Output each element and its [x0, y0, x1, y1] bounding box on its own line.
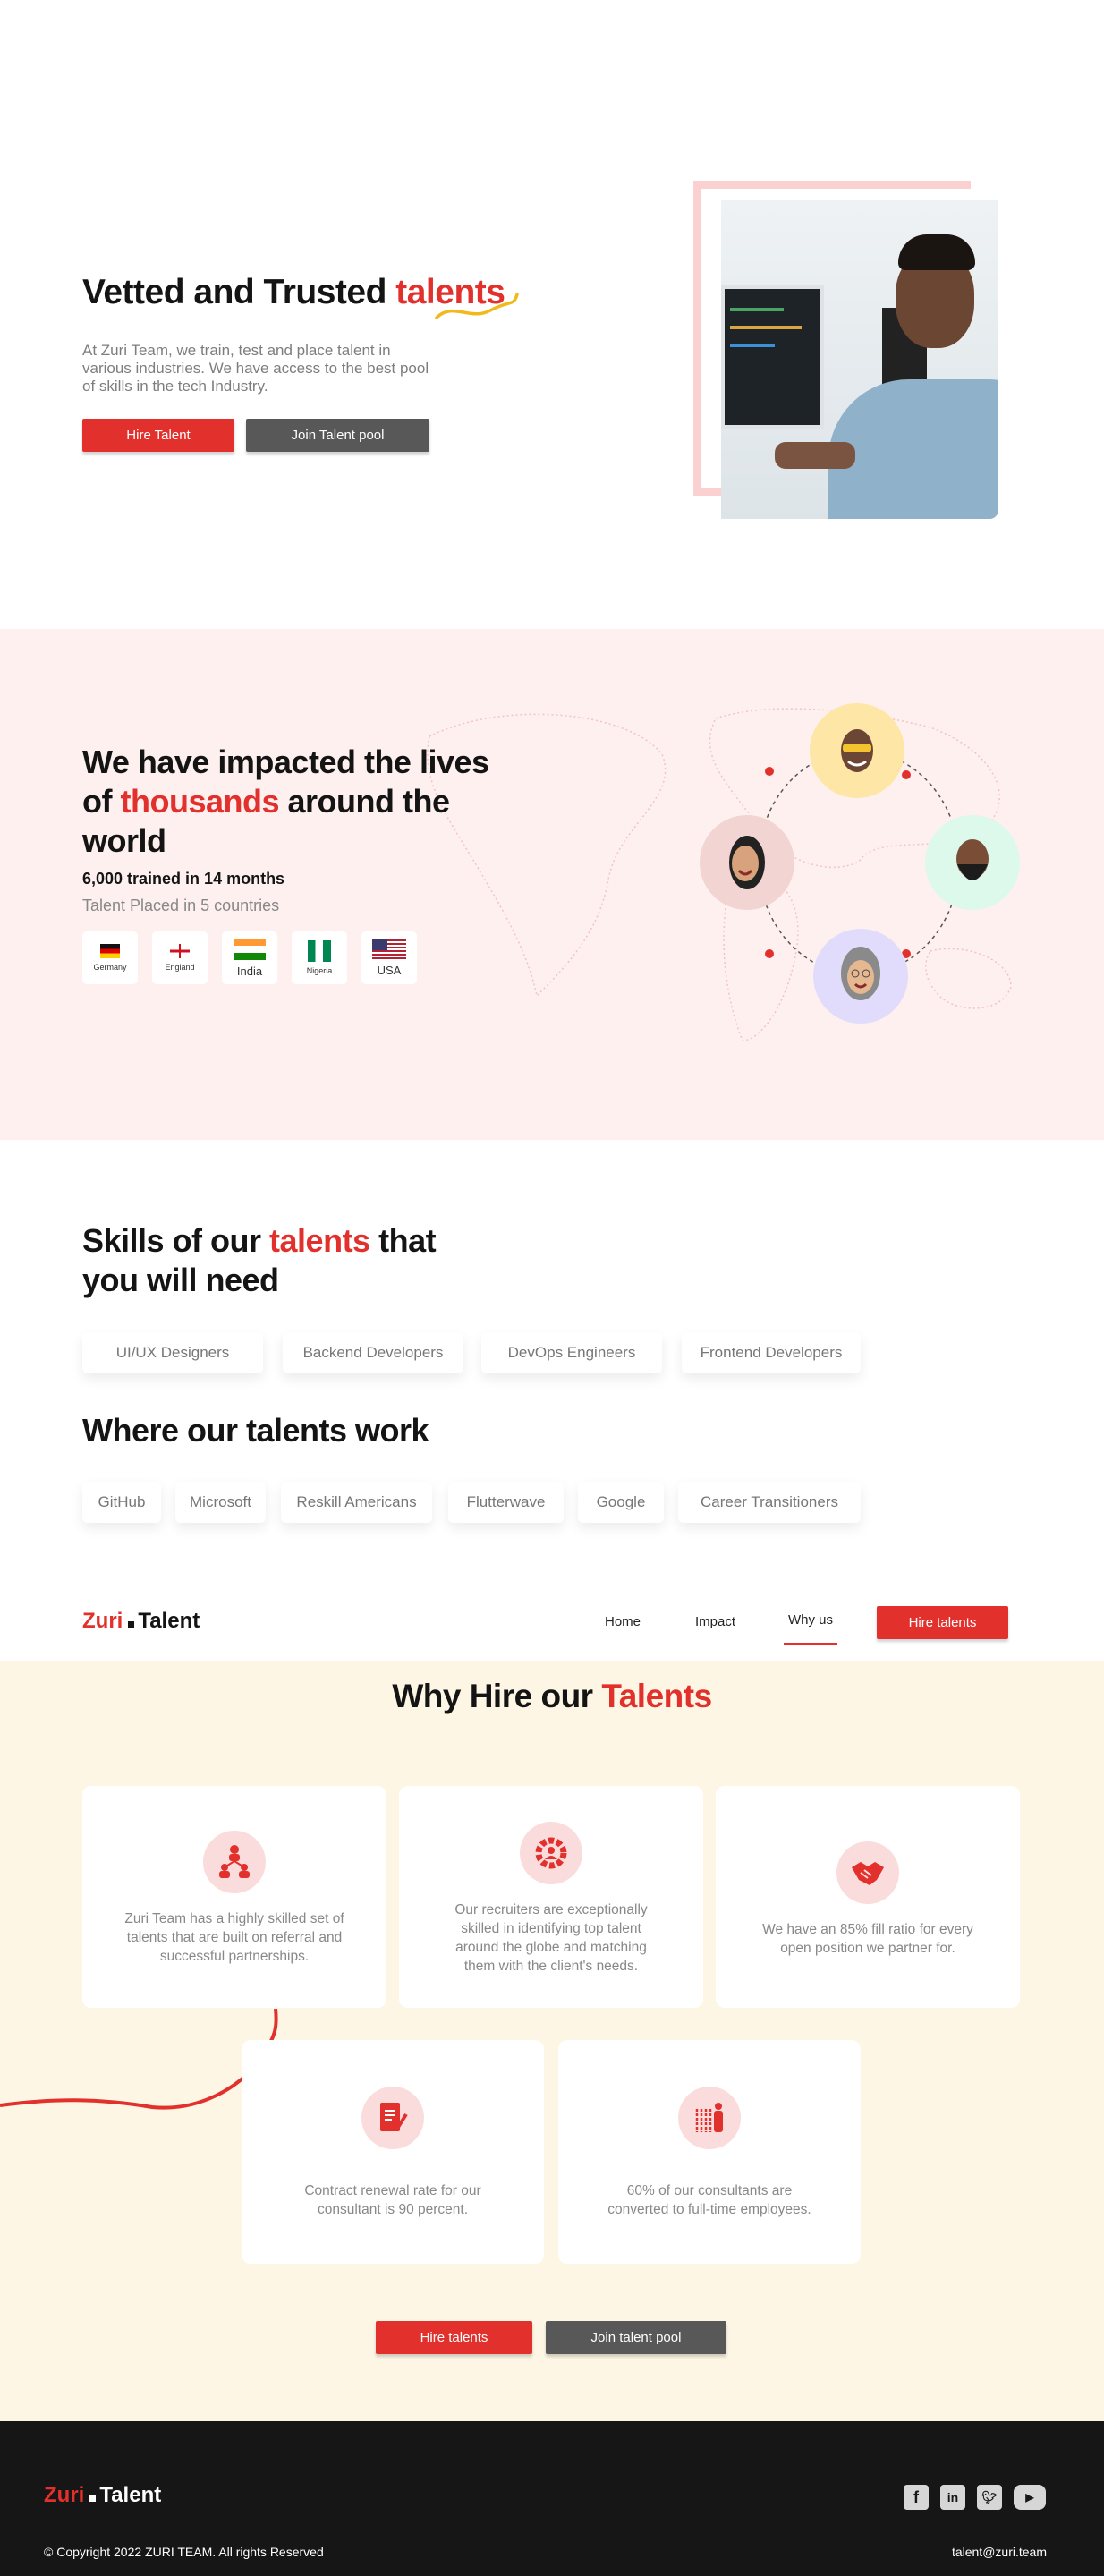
- handshake-icon: [836, 1841, 899, 1904]
- skills-title-line: you will need: [82, 1262, 279, 1298]
- skill-chip: Backend Developers: [283, 1332, 463, 1373]
- england-flag: [170, 944, 190, 958]
- country-germany: Germany: [82, 931, 138, 984]
- hire-talent-button[interactable]: Hire Talent: [82, 419, 234, 452]
- skill-chip: UI/UX Designers: [82, 1332, 263, 1373]
- logo-zuri: Zuri: [44, 2483, 85, 2507]
- impact-title-line: world: [82, 822, 166, 859]
- why-card: Zuri Team has a highly skilled set of ta…: [82, 1786, 386, 2008]
- country-name: Nigeria: [306, 966, 333, 975]
- germany-flag: [100, 944, 120, 958]
- hero-description: At Zuri Team, we train, test and place t…: [82, 342, 429, 395]
- hero-photo: [721, 200, 998, 519]
- impact-title-line: We have impacted the lives: [82, 744, 489, 780]
- join-talent-pool-button[interactable]: Join Talent pool: [246, 419, 429, 452]
- impact-title-text: around the: [279, 783, 450, 820]
- linkedin-icon[interactable]: in: [940, 2485, 965, 2510]
- skills-title: Skills of our talents that you will need: [82, 1221, 437, 1300]
- impact-title-line: of thousands around the: [82, 782, 489, 821]
- skills-title-line: Skills of our talents that: [82, 1221, 437, 1261]
- impact-title: We have impacted the lives of thousands …: [82, 743, 489, 861]
- impact-title-text: of: [82, 783, 121, 820]
- country-name: India: [236, 964, 263, 978]
- twitter-icon[interactable]: 🐦︎: [977, 2485, 1002, 2510]
- logo-talent: Talent: [99, 2483, 162, 2507]
- why-card: 60% of our consultants are converted to …: [558, 2040, 861, 2264]
- nav-active-indicator: [784, 1643, 837, 1645]
- country-name: USA: [377, 963, 402, 977]
- youtube-icon[interactable]: ▶: [1014, 2485, 1046, 2510]
- why-title: Why Hire our Talents: [0, 1678, 1104, 1715]
- logo-dot-icon: [128, 1621, 135, 1628]
- copyright: © Copyright 2022 ZURI TEAM. All rights R…: [44, 2545, 324, 2559]
- country-name: Germany: [93, 963, 127, 972]
- why-card-text: 60% of our consultants are converted to …: [607, 2183, 811, 2217]
- why-card-text: We have an 85% fill ratio for every open…: [762, 1922, 973, 1956]
- why-hire-talents-button[interactable]: Hire talents: [376, 2321, 532, 2354]
- company-chip: GitHub: [82, 1482, 161, 1523]
- footer-logo[interactable]: Zuri Talent: [44, 2483, 161, 2508]
- placed-stat: Talent Placed in 5 countries: [82, 897, 280, 914]
- underline-squiggle-icon: [435, 293, 519, 319]
- why-card: Our recruiters are exceptionally skilled…: [399, 1786, 703, 2008]
- avatar-memoji-2: [700, 815, 794, 910]
- avatar-memoji-3: [925, 815, 1020, 910]
- nav-home[interactable]: Home: [605, 1614, 641, 1629]
- company-chip: Reskill Americans: [281, 1482, 432, 1523]
- facebook-icon[interactable]: f: [904, 2485, 929, 2510]
- nav-hire-talents-button[interactable]: Hire talents: [877, 1606, 1008, 1639]
- company-chip: Career Transitioners: [678, 1482, 861, 1523]
- impact-title-highlight: thousands: [120, 783, 279, 820]
- gear-person-icon: [520, 1822, 582, 1884]
- footer-email[interactable]: talent@zuri.team: [952, 2545, 1047, 2559]
- skill-chip: Frontend Developers: [682, 1332, 861, 1373]
- contract-icon: [361, 2087, 424, 2149]
- why-card-text: Our recruiters are exceptionally skilled…: [454, 1902, 648, 1974]
- avatar-memoji-1: [810, 703, 904, 798]
- company-chip: Google: [578, 1482, 664, 1523]
- nigeria-flag: [308, 940, 331, 962]
- why-title-text: Why Hire our: [392, 1678, 602, 1714]
- why-card-text: Zuri Team has a highly skilled set of ta…: [124, 1911, 344, 1964]
- company-chip: Flutterwave: [448, 1482, 564, 1523]
- company-chip: Microsoft: [175, 1482, 266, 1523]
- usa-flag: [372, 939, 406, 959]
- country-name: England: [165, 963, 195, 972]
- skill-chip: DevOps Engineers: [481, 1332, 662, 1373]
- why-title-highlight: Talents: [601, 1678, 712, 1714]
- hero-title-text: Vetted and Trusted: [82, 273, 396, 311]
- team-hierarchy-icon: [203, 1831, 266, 1893]
- nav-impact[interactable]: Impact: [695, 1614, 735, 1629]
- work-title: Where our talents work: [82, 1412, 429, 1449]
- why-card: Contract renewal rate for our consultant…: [242, 2040, 544, 2264]
- country-england: England: [152, 931, 208, 984]
- skills-title-text: Skills of our: [82, 1222, 270, 1259]
- india-flag: [234, 938, 266, 960]
- trained-stat: 6,000 trained in 14 months: [82, 870, 285, 888]
- logo-zuri: Zuri: [82, 1609, 123, 1633]
- skills-title-highlight: talents: [269, 1222, 370, 1259]
- nav-why-us[interactable]: Why us: [788, 1612, 833, 1628]
- why-card-text: Contract renewal rate for our consultant…: [304, 2183, 481, 2217]
- logo-dot-icon: [89, 2495, 97, 2502]
- logo-talent: Talent: [138, 1609, 200, 1633]
- nav-logo[interactable]: Zuri Talent: [82, 1609, 200, 1634]
- skills-title-text: that: [369, 1222, 437, 1259]
- employees-icon: [678, 2087, 741, 2149]
- social-links: f in 🐦︎ ▶: [904, 2485, 1046, 2510]
- avatar-memoji-4: [813, 929, 908, 1024]
- country-usa: USA: [361, 931, 417, 984]
- why-join-talent-pool-button[interactable]: Join talent pool: [546, 2321, 726, 2354]
- country-india: India: [222, 931, 277, 984]
- why-card: We have an 85% fill ratio for every open…: [716, 1786, 1020, 2008]
- country-nigeria: Nigeria: [292, 931, 347, 984]
